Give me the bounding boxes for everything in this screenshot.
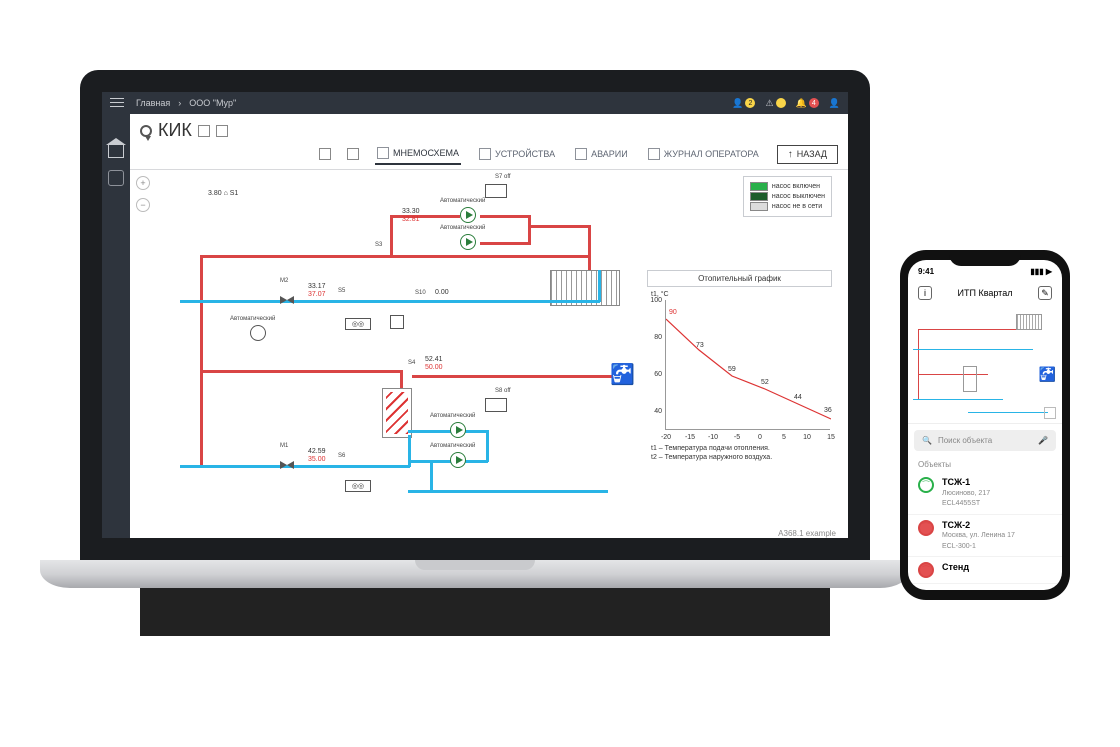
pipe <box>486 430 489 462</box>
legend-na-swatch <box>750 202 768 211</box>
mnemonic-canvas[interactable]: + − насос включен насос выключен насос н… <box>130 170 848 542</box>
devices-icon <box>479 148 491 160</box>
phone-search[interactable]: 🔍 Поиск объекта 🎤 <box>914 430 1056 451</box>
rail-menu-icon[interactable] <box>109 122 123 132</box>
laptop-mockup: Главная › ООО "Мур" 👤2 ⚠ 🔔4 👤 КИК МНЕМОС… <box>40 70 910 670</box>
wifi-icon: ⁀ <box>918 520 934 536</box>
phone-item[interactable]: ⁀ Стенд <box>908 557 1062 584</box>
zoom-controls: + − <box>136 176 150 212</box>
crumb-home[interactable]: Главная <box>136 98 170 108</box>
pipe <box>390 215 460 218</box>
mnemo-icon <box>377 147 389 159</box>
bell-badge[interactable]: 🔔4 <box>796 98 819 109</box>
pipe <box>588 225 591 270</box>
fullscreen-icon[interactable] <box>1044 407 1056 419</box>
heating-chart: 100 80 60 40 -20 -15 -10 -5 0 5 10 15 90… <box>665 300 830 430</box>
pipe <box>598 270 601 302</box>
zoom-out-icon[interactable]: − <box>136 198 150 212</box>
controller-icon: ◎◎ <box>345 318 371 330</box>
controller-icon: ◎◎ <box>345 480 371 492</box>
pipe <box>408 490 608 493</box>
phone-mockup: 9:41 ▮▮▮ ▶ i ИТП Квартал ✎ 🚰 🔍 Поиск объ… <box>900 250 1070 600</box>
sensor-box <box>485 398 507 412</box>
wifi-icon: ⁀ <box>918 477 934 493</box>
tap-icon: 🚰 <box>610 362 635 387</box>
phone-item[interactable]: ⁀ ТСЖ-1Люсиново, 217ECL4455ST <box>908 472 1062 515</box>
clipboard-icon[interactable] <box>108 170 124 186</box>
tool-icon-1[interactable] <box>319 148 331 160</box>
legend: насос включен насос выключен насос не в … <box>743 176 832 217</box>
mini-hx <box>963 366 977 392</box>
menu-icon[interactable] <box>110 98 124 108</box>
phone-item[interactable]: ⁀ ТСЖ-2Москва, ул. Ленина 17ECL-300-1 <box>908 515 1062 558</box>
warn-badge[interactable]: ⚠ <box>765 98 785 109</box>
valve-icon <box>280 458 294 472</box>
mini-tap-icon: 🚰 <box>1039 366 1056 383</box>
pump-icon <box>250 325 266 341</box>
page-title: КИК <box>158 120 192 141</box>
pipe <box>408 460 488 463</box>
edit-icon[interactable] <box>198 125 210 137</box>
pump-icon <box>450 422 466 438</box>
pipe <box>180 300 600 303</box>
topbar: Главная › ООО "Мур" 👤2 ⚠ 🔔4 👤 <box>102 92 848 114</box>
mic-icon[interactable]: 🎤 <box>1038 436 1048 445</box>
pipe <box>200 255 590 258</box>
pump-icon <box>460 207 476 223</box>
pump-icon <box>450 452 466 468</box>
laptop-base <box>40 560 910 588</box>
chart-title: Отопительный график <box>647 270 832 287</box>
log-icon <box>648 148 660 160</box>
tab-log[interactable]: ЖУРНАЛ ОПЕРАТОРА <box>646 144 761 164</box>
users-badge[interactable]: 👤2 <box>732 98 755 109</box>
phone-title: ИТП Квартал <box>958 288 1013 298</box>
tab-devices[interactable]: УСТРОЙСТВА <box>477 144 557 164</box>
pipe <box>412 375 622 378</box>
tool-icon-2[interactable] <box>347 148 359 160</box>
home-icon[interactable] <box>108 144 124 158</box>
tab-alarms[interactable]: АВАРИИ <box>573 144 630 164</box>
pipe <box>480 242 530 245</box>
compose-icon[interactable]: ✎ <box>1038 286 1052 300</box>
pipe <box>528 215 531 245</box>
left-rail <box>102 114 130 538</box>
search-icon: 🔍 <box>922 436 932 445</box>
sensor-box <box>485 184 507 198</box>
module-icon <box>390 315 404 329</box>
crumb-org[interactable]: ООО "Мур" <box>189 98 236 108</box>
phone-notch <box>949 250 1021 266</box>
back-button[interactable]: НАЗАД <box>777 145 838 164</box>
laptop-screen: Главная › ООО "Мур" 👤2 ⚠ 🔔4 👤 КИК МНЕМОС… <box>80 70 870 560</box>
pipe <box>180 465 410 468</box>
tab-mnemo[interactable]: МНЕМОСХЕМА <box>375 143 461 165</box>
pipe <box>430 460 433 492</box>
pipe <box>480 215 530 218</box>
mini-radiator <box>1016 314 1042 330</box>
legend-on-swatch <box>750 182 768 191</box>
chart-panel: Отопительный график t1, °C 100 80 60 40 … <box>647 270 832 462</box>
valve-icon <box>280 293 294 307</box>
zoom-in-icon[interactable]: + <box>136 176 150 190</box>
pipe <box>408 430 488 433</box>
pin-icon <box>140 125 152 137</box>
delete-icon[interactable] <box>216 125 228 137</box>
pump-icon <box>460 234 476 250</box>
pipe <box>390 215 393 255</box>
pipe <box>200 255 203 465</box>
legend-off-swatch <box>750 192 768 201</box>
profile-icon[interactable]: 👤 <box>829 98 840 109</box>
info-icon[interactable]: i <box>918 286 932 300</box>
signal-icon: ▮▮▮ ▶ <box>1030 267 1052 276</box>
pipe <box>200 370 400 373</box>
pipe <box>528 225 590 228</box>
phone-section: Объекты <box>908 457 1062 472</box>
wifi-icon: ⁀ <box>918 562 934 578</box>
chart-curve <box>666 300 831 430</box>
footer-note: A368.1 example <box>778 529 836 538</box>
alarms-icon <box>575 148 587 160</box>
phone-diagram[interactable]: 🚰 <box>908 304 1062 424</box>
